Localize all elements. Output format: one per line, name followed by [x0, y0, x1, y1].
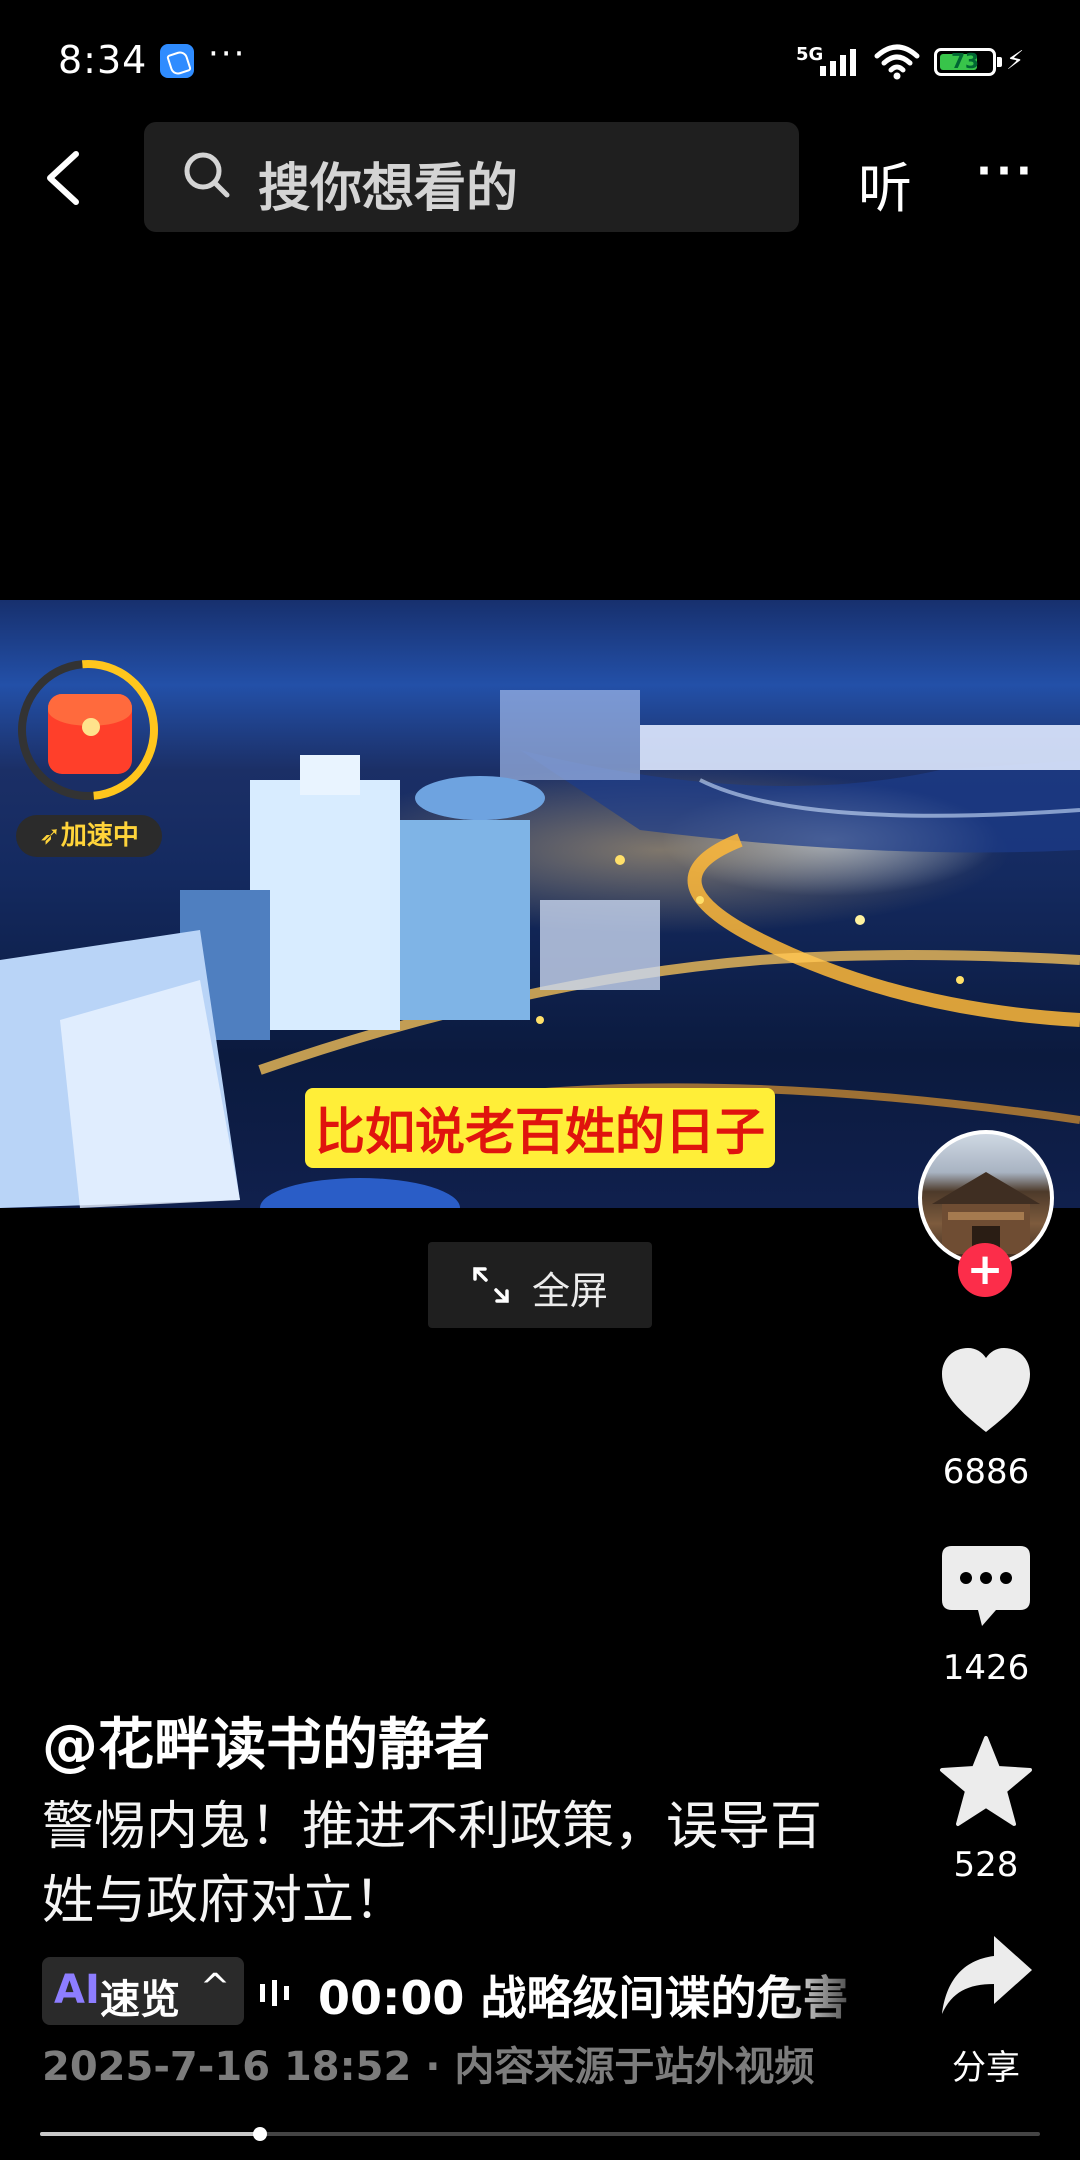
- video-meta: 2025-7-16 18:52 · 内容来源于站外视频: [42, 2044, 815, 2090]
- chevron-up-icon: ^: [200, 1967, 231, 2008]
- rocket-icon: ➶: [39, 821, 61, 851]
- battery-icon: 73: [934, 48, 996, 76]
- back-button[interactable]: [38, 148, 90, 208]
- audio-wave-icon: [260, 1980, 289, 2006]
- share-icon[interactable]: [938, 1930, 1034, 2026]
- star-icon[interactable]: [938, 1734, 1034, 1830]
- fullscreen-label: 全屏: [532, 1269, 609, 1313]
- wifi-icon: [874, 44, 920, 80]
- signal-icon: [820, 49, 856, 76]
- follow-button[interactable]: +: [958, 1243, 1012, 1297]
- red-packet-icon[interactable]: [48, 694, 132, 774]
- author-name[interactable]: @花畔读书的静者: [42, 1700, 490, 1781]
- battery-cap: [997, 57, 1002, 67]
- like-count: 6886: [942, 1452, 1030, 1492]
- speed-badge[interactable]: ➶加速中: [16, 815, 162, 857]
- favorite-count: 528: [953, 1845, 1019, 1885]
- search-icon: [184, 152, 230, 198]
- ai-logo: AI: [54, 1967, 100, 2013]
- bolt-icon: ⚡: [1006, 46, 1025, 76]
- comment-icon[interactable]: [938, 1540, 1034, 1636]
- search-input[interactable]: 搜你想看的: [144, 122, 799, 232]
- video-player[interactable]: 比如说老百姓的日子: [0, 600, 1080, 1208]
- progress-fill: [40, 2132, 260, 2136]
- app-notification-icon: [160, 44, 194, 78]
- fade-overlay: [780, 1950, 880, 2030]
- listen-button[interactable]: 听: [858, 144, 912, 223]
- status-time: 8:34: [58, 38, 148, 82]
- heart-icon[interactable]: [938, 1344, 1034, 1440]
- ai-summary-label: 速览: [100, 1977, 180, 2023]
- share-label: 分享: [952, 2048, 1020, 2088]
- expand-icon: [473, 1267, 509, 1303]
- progress-handle[interactable]: [253, 2127, 267, 2141]
- search-placeholder: 搜你想看的: [258, 159, 519, 219]
- more-options-button[interactable]: ···: [976, 146, 1036, 195]
- subtitle-text: 比如说老百姓的日子: [305, 1088, 775, 1168]
- battery-level: 73: [951, 49, 979, 73]
- comment-count: 1426: [942, 1648, 1030, 1688]
- status-more-icon: ···: [208, 34, 247, 74]
- speed-badge-label: 加速中: [60, 821, 139, 851]
- video-description: 警惕内鬼！推进不利政策，误导百姓与政府对立！: [42, 1797, 823, 1931]
- video-subtitle: 比如说老百姓的日子: [0, 1088, 1080, 1168]
- ai-summary-button[interactable]: AI 速览 ^: [42, 1957, 244, 2025]
- fullscreen-button[interactable]: 全屏: [428, 1242, 652, 1328]
